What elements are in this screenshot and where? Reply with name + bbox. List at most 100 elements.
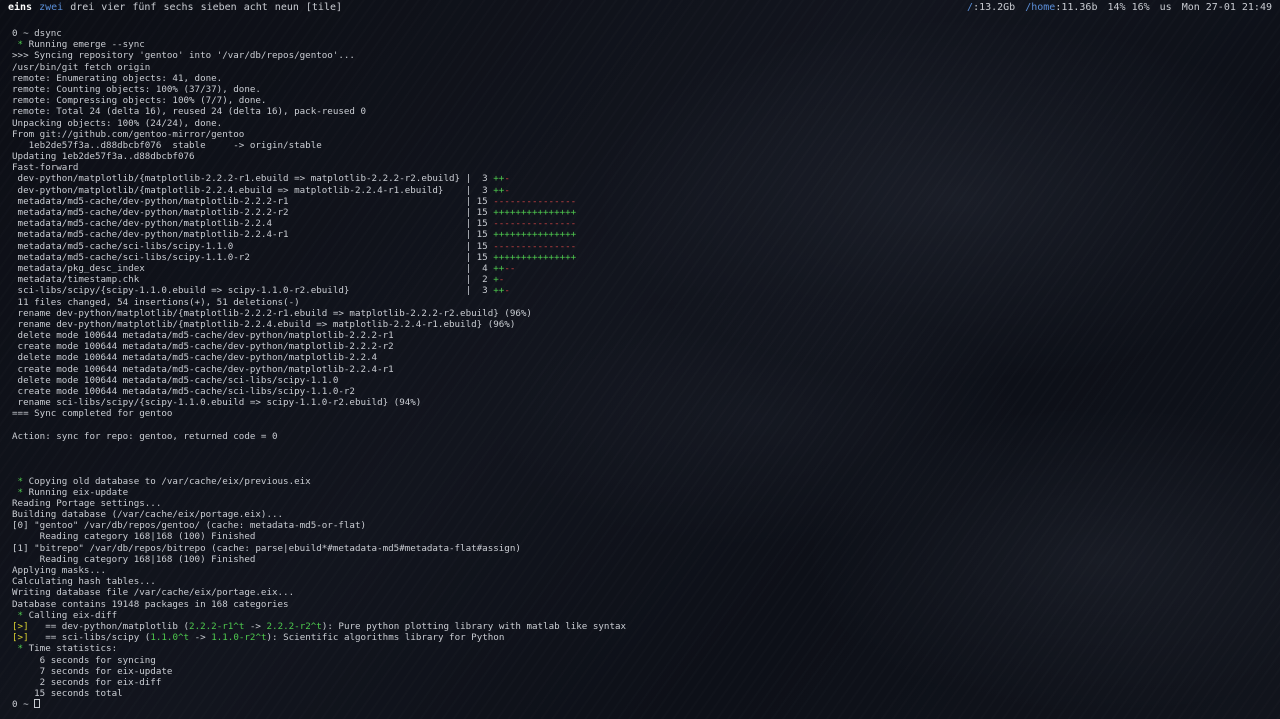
terminal-text: 15 seconds total bbox=[12, 688, 123, 700]
terminal-text: 7 seconds for eix-update bbox=[12, 665, 173, 677]
terminal-text: Running emerge --sync bbox=[28, 39, 145, 51]
terminal-line: Writing database file /var/cache/eix/por… bbox=[12, 587, 712, 598]
terminal-text: * bbox=[12, 39, 29, 51]
terminal-output[interactable]: 0 ~ dsync * Running emerge --sync >>> Syn… bbox=[12, 28, 712, 710]
terminal-text: create mode 100644 metadata/md5-cache/de… bbox=[12, 341, 394, 353]
terminal-line: create mode 100644 metadata/md5-cache/sc… bbox=[12, 386, 712, 397]
terminal-text: 2 seconds for eix-diff bbox=[12, 676, 162, 688]
terminal-text: Fast-forward bbox=[12, 162, 79, 174]
terminal-line: Reading category 168|168 (100) Finished bbox=[12, 531, 712, 542]
terminal-line: metadata/md5-cache/dev-python/matplotlib… bbox=[12, 229, 712, 240]
terminal-text: 2.2.2-r1^t bbox=[189, 620, 245, 632]
terminal-text: Action: sync for repo: gentoo, returned … bbox=[12, 430, 278, 442]
terminal-line: * Copying old database to /var/cache/eix… bbox=[12, 476, 712, 487]
terminal-line: Database contains 19148 packages in 168 … bbox=[12, 599, 712, 610]
terminal-line: * Running eix-update bbox=[12, 487, 712, 498]
terminal-line: Reading category 168|168 (100) Finished bbox=[12, 554, 712, 565]
terminal-text: metadata/md5-cache/dev-python/matplotlib… bbox=[12, 207, 494, 218]
terminal-line: dev-python/matplotlib/{matplotlib-2.2.2-… bbox=[12, 173, 712, 184]
terminal-line: * Time statistics: bbox=[12, 643, 712, 654]
terminal-line: rename dev-python/matplotlib/{matplotlib… bbox=[12, 308, 712, 319]
terminal-text: 6 seconds for syncing bbox=[12, 654, 156, 666]
terminal-text: metadata/md5-cache/sci-libs/scipy-1.1.0-… bbox=[12, 251, 494, 263]
terminal-line: Updating 1eb2de57f3a..d88dbcbf076 bbox=[12, 151, 712, 162]
terminal-line: Applying masks... bbox=[12, 565, 712, 576]
terminal-text: dev-python/matplotlib/{matplotlib-2.2.4.… bbox=[12, 184, 494, 196]
terminal-text: metadata/pkg_desc_index | 4 bbox=[12, 262, 494, 274]
terminal-text: -- bbox=[504, 262, 516, 274]
terminal-text: metadata/timestamp.chk | 2 bbox=[12, 274, 494, 286]
workspace-5[interactable]: fünf bbox=[132, 2, 156, 13]
workspace-4[interactable]: vier bbox=[101, 2, 125, 13]
disk-home: /home:11.36b bbox=[1025, 2, 1098, 13]
terminal-line: 15 seconds total bbox=[12, 688, 712, 699]
terminal-text: 11 files changed, 54 insertions(+), 51 d… bbox=[12, 296, 300, 308]
terminal-line: [1] "bitrepo" /var/db/repos/bitrepo (cac… bbox=[12, 543, 712, 554]
terminal-text: ++ bbox=[493, 285, 505, 297]
layout-indicator[interactable]: [tile] bbox=[306, 2, 342, 13]
terminal-line: create mode 100644 metadata/md5-cache/de… bbox=[12, 364, 712, 375]
terminal-text: - bbox=[504, 184, 510, 196]
terminal-text: delete mode 100644 metadata/md5-cache/sc… bbox=[12, 374, 339, 386]
terminal-text: == dev-python/matplotlib ( bbox=[28, 620, 190, 632]
terminal-text: - bbox=[498, 274, 505, 286]
prompt-line[interactable]: 0 ~ bbox=[12, 699, 712, 710]
terminal-line: metadata/md5-cache/dev-python/matplotlib… bbox=[12, 218, 712, 229]
workspace-1[interactable]: eins bbox=[8, 2, 32, 13]
terminal-text: -> bbox=[244, 620, 267, 632]
terminal-line: remote: Enumerating objects: 41, done. bbox=[12, 73, 712, 84]
keyboard-layout[interactable]: us bbox=[1160, 2, 1172, 13]
status-bar: eins zwei drei vier fünf sechs sieben acht neun … bbox=[0, 0, 1280, 15]
terminal-text: Reading category 168|168 (100) Finished bbox=[12, 553, 256, 565]
terminal-text: [0] "gentoo" /var/db/repos/gentoo/ (cach… bbox=[12, 520, 367, 532]
terminal-line: 11 files changed, 54 insertions(+), 51 d… bbox=[12, 297, 712, 308]
terminal-line: === Sync completed for gentoo bbox=[12, 408, 712, 419]
terminal-line: create mode 100644 metadata/md5-cache/de… bbox=[12, 341, 712, 352]
terminal-text: remote: Compressing objects: 100% (7/7),… bbox=[12, 95, 267, 107]
terminal-line: rename dev-python/matplotlib/{matplotlib… bbox=[12, 319, 712, 330]
terminal-line: [0] "gentoo" /var/db/repos/gentoo/ (cach… bbox=[12, 520, 712, 531]
workspace-9[interactable]: neun bbox=[275, 2, 299, 13]
terminal-line: * Running emerge --sync bbox=[12, 39, 712, 50]
terminal-line: remote: Counting objects: 100% (37/37), … bbox=[12, 84, 712, 95]
terminal-text: --------------- bbox=[493, 218, 577, 230]
workspace-2[interactable]: zwei bbox=[39, 2, 63, 13]
terminal-text: * bbox=[12, 643, 29, 655]
terminal-text: * bbox=[12, 475, 29, 487]
terminal-line: rename sci-libs/scipy/{scipy-1.1.0.ebuil… bbox=[12, 397, 712, 408]
terminal-line: 6 seconds for syncing bbox=[12, 655, 712, 666]
terminal-text: Reading category 168|168 (100) Finished bbox=[12, 531, 256, 543]
terminal-line: delete mode 100644 metadata/md5-cache/sc… bbox=[12, 375, 712, 386]
terminal-text: - bbox=[504, 285, 510, 297]
terminal-text: [>] bbox=[12, 632, 29, 644]
workspace-8[interactable]: acht bbox=[244, 2, 268, 13]
terminal-line: Unpacking objects: 100% (24/24), done. bbox=[12, 118, 712, 129]
terminal-text: dev-python/matplotlib/{matplotlib-2.2.2-… bbox=[12, 173, 494, 185]
terminal-text: Calculating hash tables... bbox=[12, 576, 156, 588]
terminal-text: From git://github.com/gentoo-mirror/gent… bbox=[12, 128, 245, 140]
terminal-text: delete mode 100644 metadata/md5-cache/de… bbox=[12, 352, 378, 364]
terminal-line: 1eb2de57f3a..d88dbcbf076 stable -> origi… bbox=[12, 140, 712, 151]
terminal-line: metadata/md5-cache/dev-python/matplotlib… bbox=[12, 207, 712, 218]
workspace-6[interactable]: sechs bbox=[163, 2, 193, 13]
terminal-line: sci-libs/scipy/{scipy-1.1.0.ebuild => sc… bbox=[12, 285, 712, 296]
terminal-text: == sci-libs/scipy ( bbox=[28, 632, 151, 644]
terminal-text: rename dev-python/matplotlib/{matplotlib… bbox=[12, 307, 532, 319]
terminal-text: rename dev-python/matplotlib/{matplotlib… bbox=[12, 318, 516, 330]
terminal-text: ++ bbox=[493, 262, 505, 274]
terminal-text: Updating 1eb2de57f3a..d88dbcbf076 bbox=[12, 151, 195, 163]
terminal-line: metadata/md5-cache/sci-libs/scipy-1.1.0 … bbox=[12, 241, 712, 252]
terminal-text: +++++++++++++++ bbox=[493, 229, 577, 241]
terminal-line: delete mode 100644 metadata/md5-cache/de… bbox=[12, 352, 712, 363]
terminal-text: Applying masks... bbox=[12, 565, 107, 576]
terminal-text: 1eb2de57f3a..d88dbcbf076 stable -> origi… bbox=[12, 139, 322, 151]
terminal-text: >>> Syncing repository 'gentoo' into '/v… bbox=[12, 50, 355, 62]
terminal-text: Building database (/var/cache/eix/portag… bbox=[12, 509, 284, 521]
terminal-text: * bbox=[12, 609, 29, 621]
workspace-3[interactable]: drei bbox=[70, 2, 94, 13]
workspace-7[interactable]: sieben bbox=[201, 2, 237, 13]
text-cursor bbox=[34, 699, 41, 709]
